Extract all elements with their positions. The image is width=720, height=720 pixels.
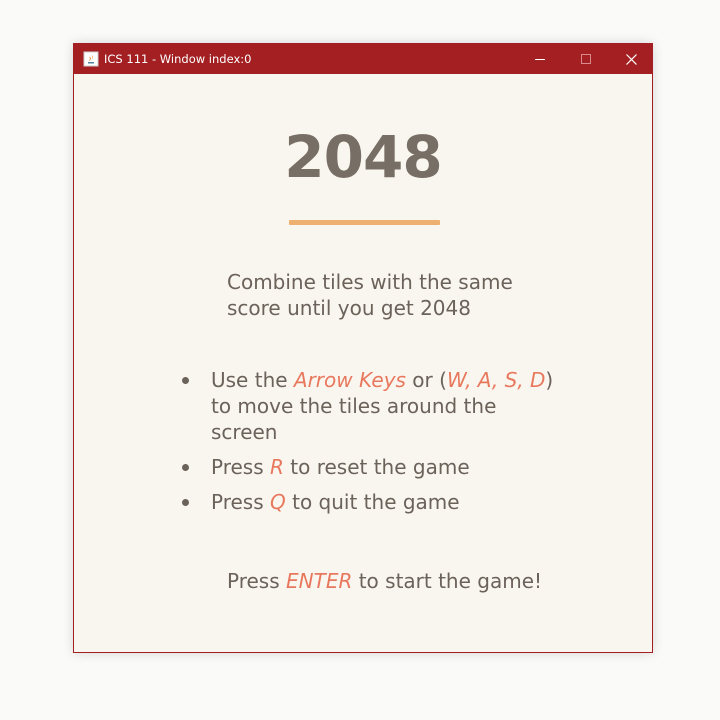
maximize-icon	[581, 54, 591, 64]
arrow-keys-label: Arrow Keys	[293, 368, 406, 392]
window-title: ICS 111 - Window index:0	[104, 52, 252, 66]
bullet	[182, 464, 189, 471]
instruction-text: to quit the game	[285, 490, 460, 514]
game-start-screen: 2048 Combine tiles with the same score u…	[74, 74, 652, 652]
game-window: ICS 111 - Window index:0 2048 Combine ti…	[73, 43, 653, 653]
instruction-reset: Press R to reset the game	[182, 454, 562, 480]
instruction-text: Use the	[211, 368, 294, 392]
reset-key-label: R	[270, 455, 284, 479]
maximize-button[interactable]	[563, 44, 609, 74]
title-divider	[289, 220, 440, 225]
wasd-keys-label: W, A, S, D	[446, 368, 546, 392]
minimize-icon	[535, 59, 545, 60]
close-icon	[625, 53, 637, 65]
bullet	[182, 499, 189, 506]
enter-key-label: ENTER	[286, 569, 353, 593]
title-bar[interactable]: ICS 111 - Window index:0	[74, 44, 652, 74]
instruction-text: or (	[405, 368, 447, 392]
bullet	[182, 377, 189, 384]
start-text: to start the game!	[352, 569, 543, 593]
start-prompt: Press ENTER to start the game!	[227, 568, 587, 594]
instruction-quit: Press Q to quit the game	[182, 489, 562, 515]
instruction-move: Use the Arrow Keys or (W, A, S, D) to mo…	[182, 367, 562, 445]
close-button[interactable]	[608, 44, 654, 74]
instruction-text: Press	[211, 490, 270, 514]
start-text: Press	[227, 569, 286, 593]
instruction-text: to reset the game	[283, 455, 470, 479]
instructions-list: Use the Arrow Keys or (W, A, S, D) to mo…	[182, 367, 562, 524]
instruction-text: Press	[211, 455, 270, 479]
java-app-icon	[83, 51, 99, 67]
quit-key-label: Q	[270, 490, 286, 514]
minimize-button[interactable]	[517, 44, 563, 74]
game-subtitle: Combine tiles with the same score until …	[227, 270, 513, 320]
game-title: 2048	[284, 123, 442, 191]
